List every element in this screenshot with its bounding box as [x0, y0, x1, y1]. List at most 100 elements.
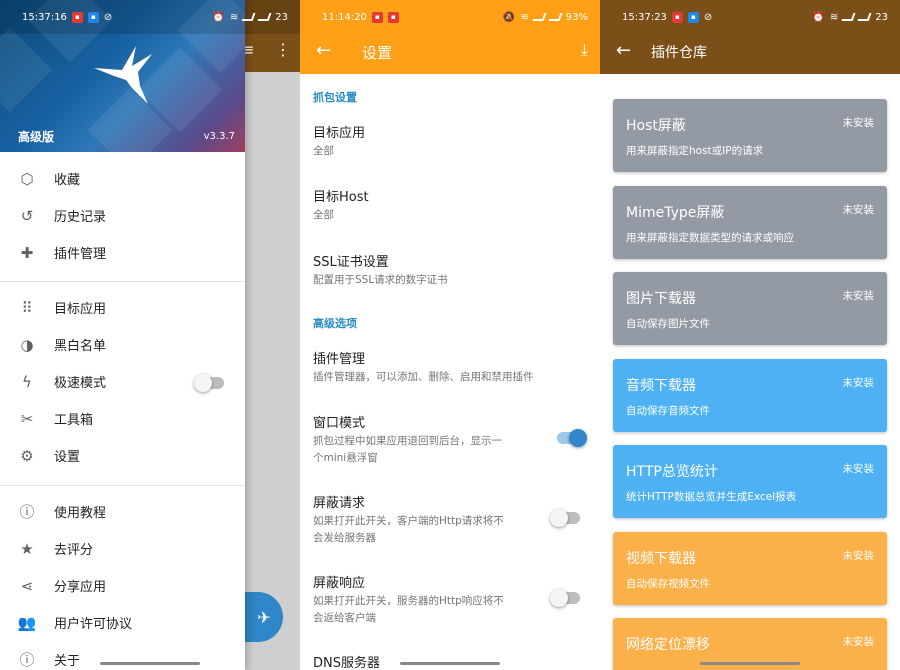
drawer-item-settings[interactable]: ⚙ 设置 [0, 437, 245, 474]
setting-window-mode-desc-1: 抓包过程中如果应用退回到后台，显示一 [313, 435, 502, 447]
divider [0, 485, 245, 486]
setting-block-request-title[interactable]: 屏蔽请求 [313, 492, 365, 511]
plugin-card-audio-downloader[interactable]: 音频下载器 未安装 自动保存音频文件 [613, 359, 887, 432]
download-icon[interactable]: ⤓ [581, 40, 588, 60]
battery-level: 93% [565, 11, 588, 23]
wifi-icon: ≋ [829, 11, 839, 23]
block-request-toggle[interactable] [550, 509, 580, 527]
signal-icon [841, 13, 856, 21]
plugin-store-screen: ← 插件仓库 15:37:23 ▪ ▪ ⊘ ⏰ ≋ 23 Host屏蔽 未安装 用… [600, 0, 900, 670]
setting-block-response-desc-2: 会返给客户端 [313, 612, 376, 624]
plugin-card-mimetype-block[interactable]: MimeType屏蔽 未安装 用来屏蔽指定数据类型的请求或响应 [613, 186, 887, 259]
contrast-icon: ◑ [20, 335, 34, 354]
plugin-card-host-block[interactable]: Host屏蔽 未安装 用来屏蔽指定host或IP的请求 [613, 99, 887, 172]
battery-level: 23 [275, 11, 288, 23]
gesture-bar[interactable] [100, 662, 200, 665]
back-arrow-icon[interactable]: ← [616, 40, 631, 61]
plugin-name: Host屏蔽 [626, 118, 686, 134]
plugin-name: 网络定位漂移 [626, 637, 710, 653]
block-response-toggle[interactable] [550, 589, 580, 607]
grid-icon: ⠿ [21, 298, 33, 317]
setting-dns-title[interactable]: DNS服务器 [313, 652, 380, 670]
setting-target-host-title[interactable]: 目标Host [313, 186, 369, 205]
install-status-badge: 未安装 [842, 550, 875, 562]
share-icon: ⋖ [20, 576, 34, 595]
setting-target-app-title[interactable]: 目标应用 [313, 122, 365, 141]
plugin-name: 视频下载器 [626, 551, 696, 567]
gesture-bar[interactable] [400, 662, 500, 665]
section-header-advanced: 高级选项 [313, 317, 357, 330]
window-mode-toggle[interactable] [557, 429, 587, 447]
wifi-icon: ≋ [520, 11, 529, 23]
signal-icon [532, 13, 547, 21]
drawer-item-favorites[interactable]: ⬡ 收藏 [0, 160, 245, 197]
back-arrow-icon[interactable]: ← [316, 40, 331, 61]
install-status-badge: 未安装 [842, 463, 875, 475]
setting-plugins-desc: 插件管理器，可以添加、删除、启用和禁用插件 [313, 371, 534, 383]
bolt-icon: ϟ [22, 372, 32, 391]
signal-icon [548, 13, 563, 21]
battery-level: 23 [875, 11, 888, 23]
people-icon: 👥 [17, 613, 37, 632]
hummingbird-logo [94, 46, 152, 104]
drawer-item-about[interactable]: ⓘ 关于 [0, 641, 245, 670]
mute-icon: 🔕 [502, 11, 516, 23]
setting-window-mode-title[interactable]: 窗口模式 [313, 412, 365, 431]
install-status-badge: 未安装 [842, 290, 875, 302]
tools-icon: ✂ [20, 409, 34, 428]
status-bar: 11:14:20 ▪ ▪ 🔕 ≋ 93% [300, 0, 600, 34]
status-time: 15:37:16 [22, 11, 67, 23]
plugin-desc: 用来屏蔽指定host或IP的请求 [626, 145, 764, 157]
edition-label: 高级版 [18, 130, 55, 144]
setting-block-request-desc-2: 会发给服务器 [313, 532, 376, 544]
notification-icon: ▪ [687, 11, 699, 23]
compass-icon: ⊘ [103, 11, 113, 23]
notification-icon: ▪ [71, 11, 83, 23]
drawer-item-target-apps[interactable]: ⠿ 目标应用 [0, 289, 245, 326]
setting-block-request-desc-1: 如果打开此开关，客户端的Http请求将不 [313, 515, 504, 527]
compass-icon: ⊘ [703, 11, 713, 23]
gear-icon: ⚙ [20, 446, 34, 465]
info-icon: ⓘ [19, 651, 35, 669]
gesture-bar[interactable] [700, 662, 800, 665]
notification-icon: ▪ [87, 11, 99, 23]
notification-icon: ▪ [387, 11, 399, 23]
drawer-item-license[interactable]: 👥 用户许可协议 [0, 604, 245, 641]
section-header-capture: 抓包设置 [313, 91, 357, 104]
signal-icon [857, 13, 872, 21]
signal-icon [257, 13, 272, 21]
plugin-card-http-stats[interactable]: HTTP总览统计 未安装 统计HTTP数据总览并生成Excel报表 [613, 445, 887, 518]
plugin-desc: 自动保存视频文件 [626, 578, 710, 590]
install-status-badge: 未安装 [842, 204, 875, 216]
status-time: 11:14:20 [322, 11, 367, 23]
plugin-name: 图片下载器 [626, 291, 696, 307]
notification-icon: ▪ [371, 11, 383, 23]
plugin-card-image-downloader[interactable]: 图片下载器 未安装 自动保存图片文件 [613, 272, 887, 345]
drawer-item-plugins[interactable]: ✚ 插件管理 [0, 234, 245, 271]
drawer-item-history[interactable]: ↺ 历史记录 [0, 197, 245, 234]
drawer-item-blacklist[interactable]: ◑ 黑白名单 [0, 326, 245, 363]
more-icon[interactable]: ⋮ [275, 40, 291, 59]
plugin-name: HTTP总览统计 [626, 464, 718, 480]
plugin-card-video-downloader[interactable]: 视频下载器 未安装 自动保存视频文件 [613, 532, 887, 605]
drawer-item-rate[interactable]: ★ 去评分 [0, 530, 245, 567]
alarm-icon: ⏰ [212, 11, 225, 23]
install-status-badge: 未安装 [842, 377, 875, 389]
setting-ssl-title[interactable]: SSL证书设置 [313, 251, 389, 270]
plugin-desc: 自动保存图片文件 [626, 318, 710, 330]
page-title: 插件仓库 [651, 45, 707, 61]
settings-screen: ← 设置 ⤓ 11:14:20 ▪ ▪ 🔕 ≋ 93% 抓包设置 目标应用 全部 … [300, 0, 600, 670]
setting-plugins-title[interactable]: 插件管理 [313, 348, 365, 367]
status-bar: 15:37:23 ▪ ▪ ⊘ ⏰ ≋ 23 [600, 0, 900, 34]
plugin-desc: 统计HTTP数据总览并生成Excel报表 [626, 491, 797, 503]
plugin-name: MimeType屏蔽 [626, 205, 725, 221]
drawer-item-share[interactable]: ⋖ 分享应用 [0, 567, 245, 604]
setting-block-response-title[interactable]: 屏蔽响应 [313, 572, 365, 591]
drawer-item-toolbox[interactable]: ✂ 工具箱 [0, 400, 245, 437]
drawer-item-tutorial[interactable]: ⓘ 使用教程 [0, 493, 245, 530]
history-icon: ↺ [20, 206, 34, 225]
notification-icon: ▪ [671, 11, 683, 23]
cube-icon: ⬡ [20, 169, 34, 188]
plugin-desc: 用来屏蔽指定数据类型的请求或响应 [626, 232, 794, 244]
speed-mode-toggle[interactable] [194, 374, 224, 392]
